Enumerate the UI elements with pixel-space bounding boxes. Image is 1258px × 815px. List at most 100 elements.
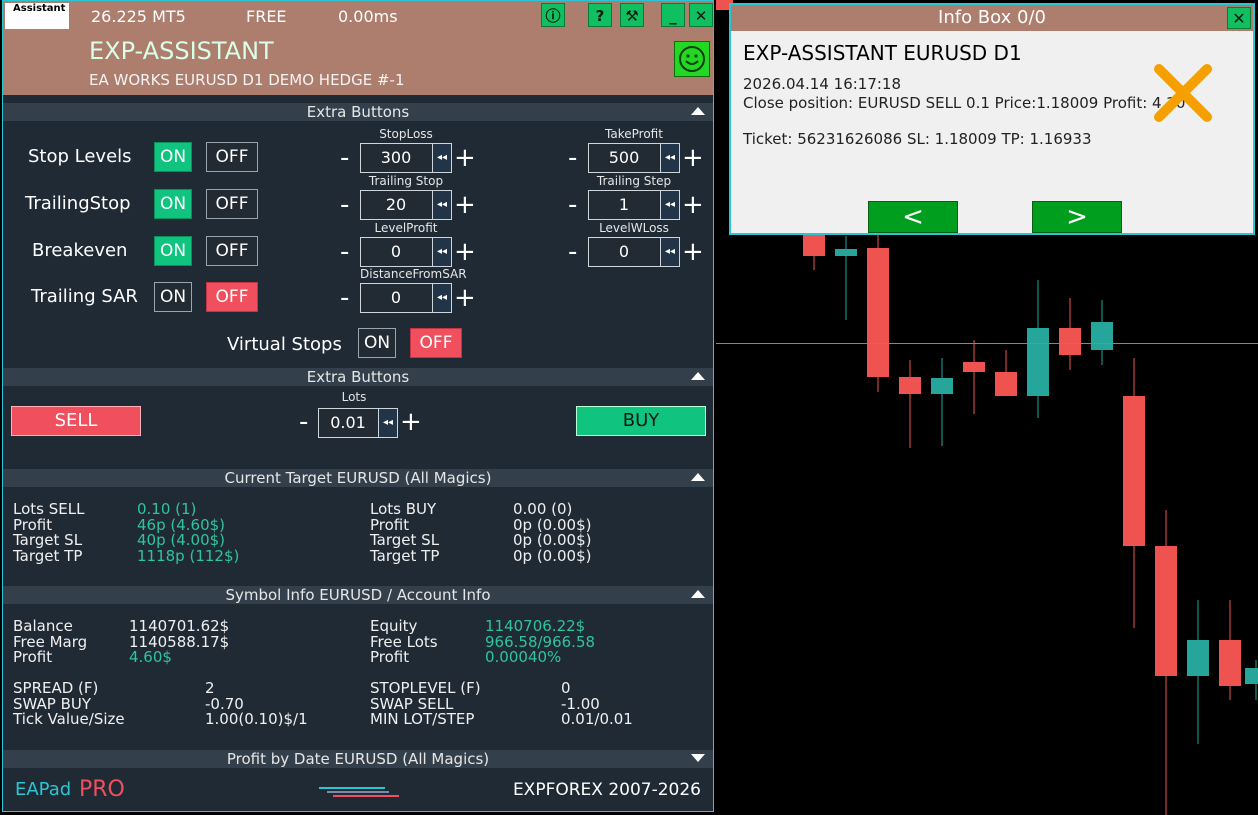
trailing-stop-plus-button[interactable]: + (454, 192, 476, 218)
panel-titlebar[interactable]: 26.225 MT5 FREE 0.00ms ⓘ ? ⚒ _ ✕ (3, 1, 713, 29)
off-button[interactable]: OFF (206, 142, 258, 172)
info-key: STOPLEVEL (F) (370, 679, 481, 697)
assistant-panel: 26.225 MT5 FREE 0.00ms ⓘ ? ⚒ _ ✕ Assista… (2, 0, 714, 812)
spin-icon[interactable]: ◂◂ (378, 409, 397, 437)
section-title: Symbol Info EURUSD / Account Info (225, 586, 491, 604)
distance-sar-input[interactable]: 0 ◂◂ (360, 283, 452, 313)
smiley-icon[interactable] (674, 41, 710, 77)
section-title: Current Target EURUSD (All Magics) (224, 469, 492, 487)
off-button[interactable]: OFF (206, 236, 258, 266)
sell-button[interactable]: SELL (11, 406, 141, 436)
level-wloss-input[interactable]: 0 ◂◂ (588, 237, 680, 267)
info-box-prev-button[interactable]: < (868, 201, 958, 233)
candle-body (1187, 640, 1209, 676)
minimize-button[interactable]: _ (661, 3, 685, 27)
off-button[interactable]: OFF (206, 189, 258, 219)
spin-icon[interactable]: ◂◂ (432, 284, 451, 312)
expand-icon[interactable] (691, 754, 705, 762)
level-wloss-minus-button[interactable]: - (568, 239, 577, 265)
stoploss-plus-button[interactable]: + (454, 145, 476, 171)
candle-body (963, 362, 985, 372)
info-value: 1140706.22$ (485, 617, 586, 635)
takeprofit-minus-button[interactable]: - (568, 145, 577, 171)
candle-body (1027, 328, 1049, 396)
spin-icon[interactable]: ◂◂ (660, 238, 679, 266)
collapse-icon[interactable] (691, 107, 705, 115)
on-button[interactable]: ON (154, 236, 192, 266)
spin-icon[interactable]: ◂◂ (660, 144, 679, 172)
candle-body (1091, 322, 1113, 350)
spin-icon[interactable]: ◂◂ (432, 238, 451, 266)
distance-sar-minus-button[interactable]: - (340, 285, 349, 311)
spin-icon[interactable]: ◂◂ (660, 191, 679, 219)
distance-sar-plus-button[interactable]: + (454, 285, 476, 311)
off-button[interactable]: OFF (206, 282, 258, 312)
takeprofit-value: 500 (608, 148, 640, 167)
close-button[interactable]: ✕ (689, 3, 713, 27)
candle-body (1245, 668, 1258, 684)
spin-icon[interactable]: ◂◂ (432, 144, 451, 172)
trailing-step-value: 1 (618, 195, 630, 214)
crosshair-line (716, 343, 1258, 344)
license-status: FREE (246, 7, 287, 26)
info-box-close-button[interactable]: ✕ (1227, 7, 1251, 29)
edition-label: PRO (79, 777, 125, 802)
on-button[interactable]: ON (154, 142, 192, 172)
lots-plus-button[interactable]: + (400, 409, 422, 435)
buy-button[interactable]: BUY (576, 406, 706, 436)
level-profit-minus-button[interactable]: - (340, 239, 349, 265)
collapse-icon[interactable] (691, 372, 705, 380)
ea-title: EXP-ASSISTANT (89, 37, 274, 65)
trailing-stop-input[interactable]: 20 ◂◂ (360, 190, 452, 220)
row-label: Trailing SAR (31, 286, 138, 307)
collapse-icon[interactable] (691, 473, 705, 481)
stoploss-value: 300 (380, 148, 412, 167)
stoploss-input[interactable]: 300 ◂◂ (360, 143, 452, 173)
info-box-title[interactable]: Info Box 0/0 (731, 5, 1253, 31)
level-profit-label: LevelProfit (374, 221, 438, 235)
virtual-stops-on-button[interactable]: ON (358, 328, 396, 358)
on-button[interactable]: ON (154, 282, 192, 312)
lots-minus-button[interactable]: - (299, 409, 308, 435)
trailing-step-plus-button[interactable]: + (682, 192, 704, 218)
section-extra-buttons[interactable]: Extra Buttons (3, 103, 713, 121)
trailing-stop-minus-button[interactable]: - (340, 192, 349, 218)
info-key: Target TP (370, 546, 440, 565)
stoploss-minus-button[interactable]: - (340, 145, 349, 171)
section-current-target[interactable]: Current Target EURUSD (All Magics) (3, 469, 713, 487)
collapse-icon[interactable] (691, 590, 705, 598)
takeprofit-input[interactable]: 500 ◂◂ (588, 143, 680, 173)
info-key: Lots SELL (13, 500, 85, 518)
section-profit-by-date[interactable]: Profit by Date EURUSD (All Magics) (3, 750, 713, 768)
takeprofit-plus-button[interactable]: + (682, 145, 704, 171)
tools-icon[interactable]: ⚒ (620, 3, 644, 27)
trailing-step-input[interactable]: 1 ◂◂ (588, 190, 680, 220)
trailing-step-minus-button[interactable]: - (568, 192, 577, 218)
section-title: Profit by Date EURUSD (All Magics) (226, 750, 490, 768)
info-value: 0.00 (0) (513, 500, 573, 518)
virtual-stops-off-button[interactable]: OFF (410, 328, 462, 358)
trailing-step-label: Trailing Step (596, 174, 672, 188)
help-button[interactable]: ? (588, 3, 612, 27)
info-box-next-button[interactable]: > (1032, 201, 1122, 233)
info-key: Target TP (13, 546, 83, 565)
info-value: 4.60$ (129, 648, 172, 666)
info-key: Tick Value/Size (13, 710, 125, 728)
section-symbol-info[interactable]: Symbol Info EURUSD / Account Info (3, 586, 713, 604)
info-value: 1140701.62$ (129, 617, 230, 635)
info-icon[interactable]: ⓘ (541, 3, 565, 27)
spin-icon[interactable]: ◂◂ (432, 191, 451, 219)
level-profit-plus-button[interactable]: + (454, 239, 476, 265)
info-box-time: 2026.04.14 16:17:18 (743, 75, 902, 93)
level-profit-input[interactable]: 0 ◂◂ (360, 237, 452, 267)
ea-subtitle: EA WORKS EURUSD D1 DEMO HEDGE #-1 (89, 71, 405, 89)
lots-input[interactable]: 0.01 ◂◂ (318, 408, 398, 438)
lots-value: 0.01 (330, 413, 366, 432)
level-wloss-plus-button[interactable]: + (682, 239, 704, 265)
panel-footer: EAPad PRO EXPFOREX 2007-2026 (3, 771, 713, 811)
section-extra-buttons-2[interactable]: Extra Buttons (3, 368, 713, 386)
info-value: 0.00040% (485, 648, 562, 666)
info-value: 2 (205, 679, 215, 697)
info-value: 0p (0.00$) (513, 531, 592, 549)
on-button[interactable]: ON (154, 189, 192, 219)
